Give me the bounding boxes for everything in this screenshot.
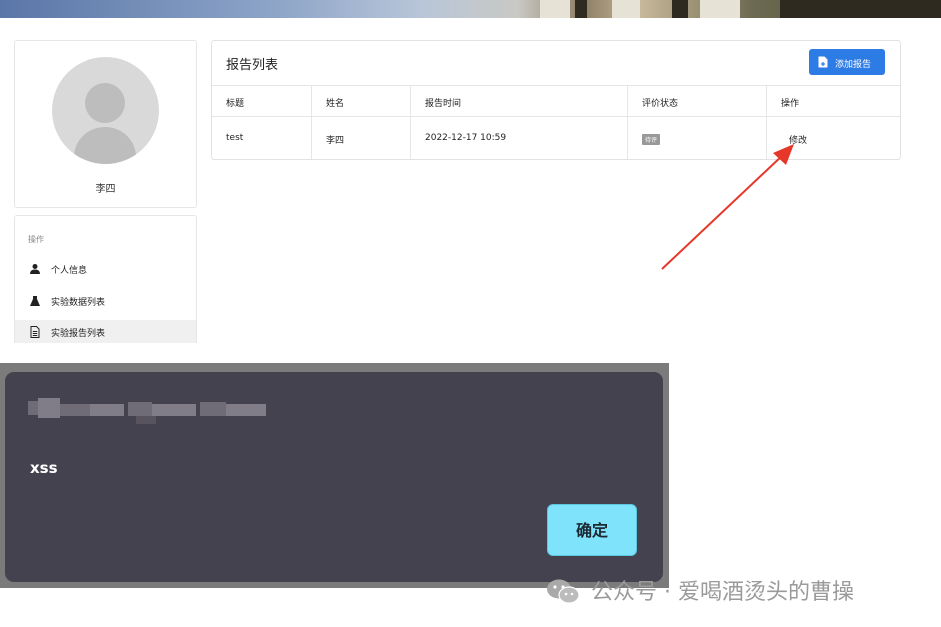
avatar — [52, 57, 159, 164]
add-document-icon — [818, 56, 828, 68]
alert-dialog: xss 确定 — [5, 372, 663, 582]
menu-header: 操作 — [28, 235, 44, 244]
menu-item-experiment-data[interactable]: 实验数据列表 — [15, 289, 196, 313]
column-header-time: 报告时间 — [410, 86, 627, 116]
column-header-status: 评价状态 — [627, 86, 766, 116]
menu-item-experiment-reports[interactable]: 实验报告列表 — [15, 320, 196, 343]
panel-title: 报告列表 — [226, 58, 279, 73]
confirm-button[interactable]: 确定 — [547, 504, 637, 556]
cell-time: 2022-12-17 10:59 — [410, 117, 627, 159]
screenshot: 李四 操作 个人信息 实验数据列表 实验报告列表 报告列表 添加报告 标题 姓名… — [0, 0, 941, 627]
column-header-name: 姓名 — [311, 86, 410, 116]
add-report-label: 添加报告 — [835, 60, 872, 70]
header-banner-image — [0, 0, 941, 18]
cell-status: 待评 — [627, 117, 766, 159]
menu-item-label: 实验报告列表 — [51, 329, 106, 339]
menu-item-label: 个人信息 — [51, 266, 88, 276]
watermark-text: 公众号 · 爱喝酒烫头的曹操 — [591, 580, 854, 605]
menu-item-profile-info[interactable]: 个人信息 — [15, 257, 196, 281]
dialog-message: xss — [30, 459, 58, 477]
redacted-origin-text — [28, 398, 268, 424]
operations-menu: 操作 个人信息 实验数据列表 实验报告列表 — [14, 215, 197, 343]
profile-name: 李四 — [95, 184, 116, 195]
status-badge: 待评 — [642, 134, 661, 145]
report-table: 标题 姓名 报告时间 评价状态 操作 test 李四 2022-12-17 10… — [212, 85, 900, 159]
cell-title: test — [226, 133, 244, 143]
table-header-row: 标题 姓名 报告时间 评价状态 操作 — [212, 85, 900, 116]
add-report-button[interactable]: 添加报告 — [809, 49, 885, 75]
profile-card: 李四 — [14, 40, 197, 208]
cell-action: 修改 — [766, 117, 900, 159]
report-list-panel: 报告列表 添加报告 标题 姓名 报告时间 评价状态 操作 test 李四 202… — [211, 40, 901, 160]
column-header-action: 操作 — [766, 86, 900, 116]
table-row: test 李四 2022-12-17 10:59 待评 修改 — [212, 116, 900, 159]
edit-link[interactable]: 修改 — [789, 133, 807, 146]
document-icon — [30, 326, 40, 338]
user-icon — [30, 264, 40, 274]
cell-name: 李四 — [311, 117, 410, 159]
wechat-icon — [547, 579, 580, 604]
menu-item-label: 实验数据列表 — [51, 298, 106, 308]
flask-icon — [30, 296, 40, 306]
column-header-title: 标题 — [226, 99, 245, 109]
